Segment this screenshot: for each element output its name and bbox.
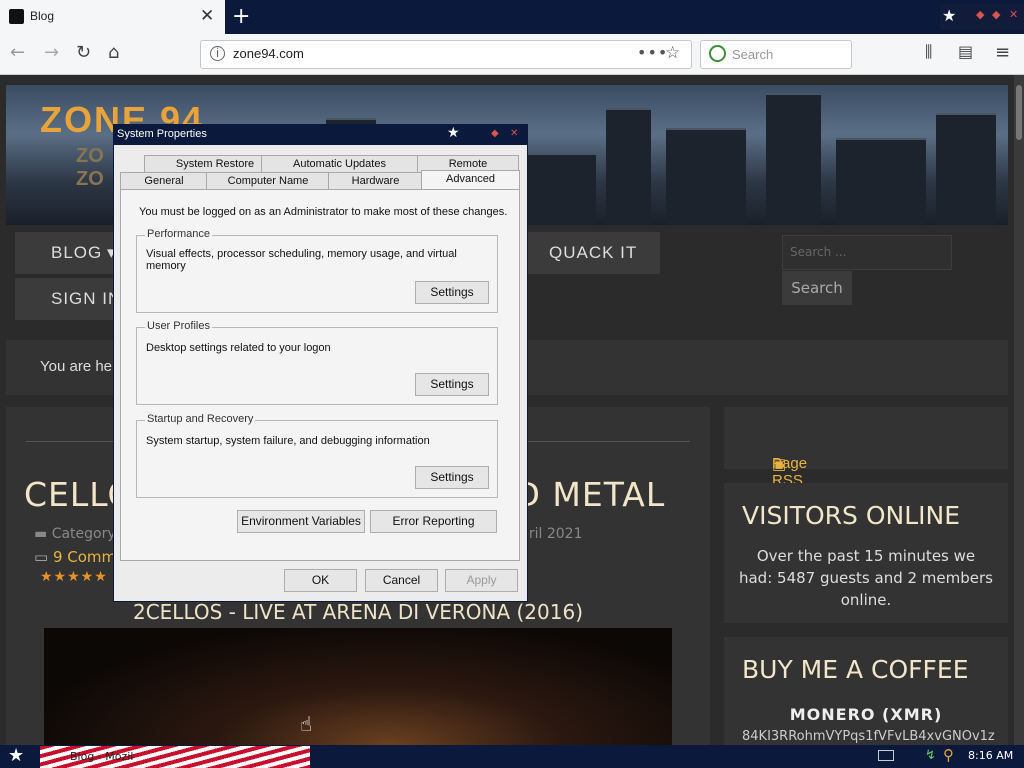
admin-notice: You must be logged on as an Administrato… <box>139 206 508 218</box>
taskbar-task-label: Blog - Mozil <box>70 750 134 763</box>
tab-general[interactable]: General <box>120 172 208 190</box>
folder-icon: ▬ <box>34 526 48 542</box>
breadcrumb-text: You are he <box>40 358 113 375</box>
menu-icon[interactable]: ≡ <box>995 42 1010 63</box>
tab-hardware[interactable]: Hardware <box>328 172 423 190</box>
cancel-button[interactable]: Cancel <box>365 569 438 592</box>
site-search-input[interactable]: Search ... <box>782 235 952 270</box>
video-title: 2CELLOS - LIVE AT ARENA DI VERONA (2016) <box>132 600 584 624</box>
site-search-button[interactable]: Search <box>782 271 852 305</box>
performance-text: Visual effects, processor scheduling, me… <box>146 248 457 272</box>
logo-sub-line-1: ZO <box>76 145 104 167</box>
article-category[interactable]: ▬ Category <box>34 526 116 542</box>
url-text: zone94.com <box>233 46 304 61</box>
hand-cursor-icon: ☝ <box>300 712 313 736</box>
visitors-text: Over the past 15 minutes we had: 5487 gu… <box>738 547 993 609</box>
logo-sub-line-2: ZO <box>76 168 104 190</box>
video-player[interactable] <box>44 628 672 745</box>
home-icon[interactable]: ⌂ <box>108 42 119 63</box>
minimize-icon[interactable]: ◆ <box>976 8 984 21</box>
start-icon[interactable]: ★ <box>8 745 24 766</box>
menu-blog-label: BLOG <box>51 243 103 262</box>
site-search-placeholder: Search ... <box>790 245 847 259</box>
performance-label: Performance <box>145 228 212 240</box>
article-title-right: D METAL <box>514 475 666 514</box>
apply-button[interactable]: Apply <box>445 569 518 592</box>
visitors-panel: VISITORS ONLINE Over the past 15 minutes… <box>724 483 1008 623</box>
star-icon: ★ <box>447 125 460 141</box>
article-date: pril 2021 <box>520 526 583 542</box>
user-profiles-label: User Profiles <box>145 320 212 332</box>
network-icon[interactable]: ↯ <box>925 748 936 763</box>
visitors-heading: VISITORS ONLINE <box>742 501 961 530</box>
window-controls: ★ ◆ ◆ ✕ <box>940 4 1024 30</box>
favicon-icon <box>9 9 24 24</box>
close-icon[interactable]: ✕ <box>510 128 518 139</box>
performance-group: Performance Visual effects, processor sc… <box>136 228 498 313</box>
browser-tab[interactable]: Blog ✕ <box>0 0 225 34</box>
monero-label: MONERO (XMR) <box>789 705 943 724</box>
comment-icon: ▭ <box>34 548 49 566</box>
forward-icon[interactable]: → <box>44 42 59 63</box>
performance-settings-button[interactable]: Settings <box>415 281 489 304</box>
dialog-title-bar[interactable]: System Properties ★ ◆ ✕ <box>114 125 527 145</box>
article-comments[interactable]: ▭ 9 Comm <box>34 548 116 566</box>
reload-icon[interactable]: ↻ <box>76 42 91 63</box>
menu-sign-in-label: SIGN IN <box>51 289 122 308</box>
ok-button[interactable]: OK <box>284 569 357 592</box>
page-scrollbar[interactable] <box>1014 75 1024 745</box>
search-icon[interactable]: ⚲ <box>943 746 954 764</box>
category-label: Category <box>51 526 116 542</box>
coffee-panel: BUY ME A COFFEE MONERO (XMR) 84KI3RRohmV… <box>724 637 1008 745</box>
environment-variables-button[interactable]: Environment Variables <box>237 510 365 533</box>
star-icon: ★ <box>942 6 957 25</box>
menu-quack-it[interactable]: QUACK IT <box>526 232 660 274</box>
menu-quack-it-label: QUACK IT <box>549 243 638 262</box>
close-window-icon[interactable]: ✕ <box>1009 8 1018 21</box>
rss-panel: ▣ Page RSS 2.0 Feed <box>724 407 1008 523</box>
browser-search-input[interactable]: Search <box>700 40 852 69</box>
scrollbar-thumb[interactable] <box>1016 85 1022 140</box>
maximize-icon[interactable]: ◆ <box>491 128 499 139</box>
info-icon[interactable]: i <box>210 46 225 61</box>
monero-address: 84KI3RRohmVYPqs1fVFvLB4xvGNOv1z <box>742 729 995 744</box>
coffee-heading: BUY ME A COFFEE <box>742 655 969 684</box>
dialog-title: System Properties <box>117 128 207 140</box>
tab-automatic-updates[interactable]: Automatic Updates <box>261 155 418 173</box>
startup-recovery-label: Startup and Recovery <box>145 413 256 425</box>
library-icon[interactable]: ⫼ <box>925 42 932 62</box>
taskbar-clock[interactable]: 8:16 AM <box>968 749 1013 762</box>
back-icon[interactable]: ← <box>10 42 25 63</box>
sidebar-icon[interactable]: ▤ <box>958 42 973 61</box>
advanced-tab-panel: You must be logged on as an Administrato… <box>120 189 520 561</box>
keyboard-icon[interactable] <box>878 750 894 761</box>
tab-computer-name[interactable]: Computer Name <box>206 172 330 190</box>
maximize-icon[interactable]: ◆ <box>992 8 1000 21</box>
page-actions-icon[interactable]: ••• <box>637 43 668 62</box>
error-reporting-button[interactable]: Error Reporting <box>370 510 497 533</box>
startup-recovery-text: System startup, system failure, and debu… <box>146 435 430 447</box>
tab-close-icon[interactable]: ✕ <box>200 6 214 26</box>
system-properties-dialog: System Properties ★ ◆ ✕ System Restore A… <box>113 124 528 602</box>
search-engine-icon <box>709 45 726 62</box>
tab-advanced[interactable]: Advanced <box>421 170 520 190</box>
new-tab-button[interactable]: + <box>232 4 250 29</box>
url-bar[interactable]: i zone94.com ••• ☆ <box>200 40 692 69</box>
taskbar-task[interactable]: Blog - Mozil <box>40 746 310 768</box>
tab-title: Blog <box>30 9 55 23</box>
site-logo-sub: ZO ZO <box>76 145 104 191</box>
comments-label: 9 Comm <box>52 548 117 566</box>
bookmark-star-icon[interactable]: ☆ <box>665 43 680 63</box>
rating-stars[interactable]: ★★★★★ <box>40 569 108 585</box>
user-profiles-settings-button[interactable]: Settings <box>415 373 489 396</box>
startup-settings-button[interactable]: Settings <box>415 466 489 489</box>
user-profiles-text: Desktop settings related to your logon <box>146 342 331 354</box>
startup-recovery-group: Startup and Recovery System startup, sys… <box>136 413 498 498</box>
user-profiles-group: User Profiles Desktop settings related t… <box>136 320 498 405</box>
search-placeholder: Search <box>732 47 774 62</box>
